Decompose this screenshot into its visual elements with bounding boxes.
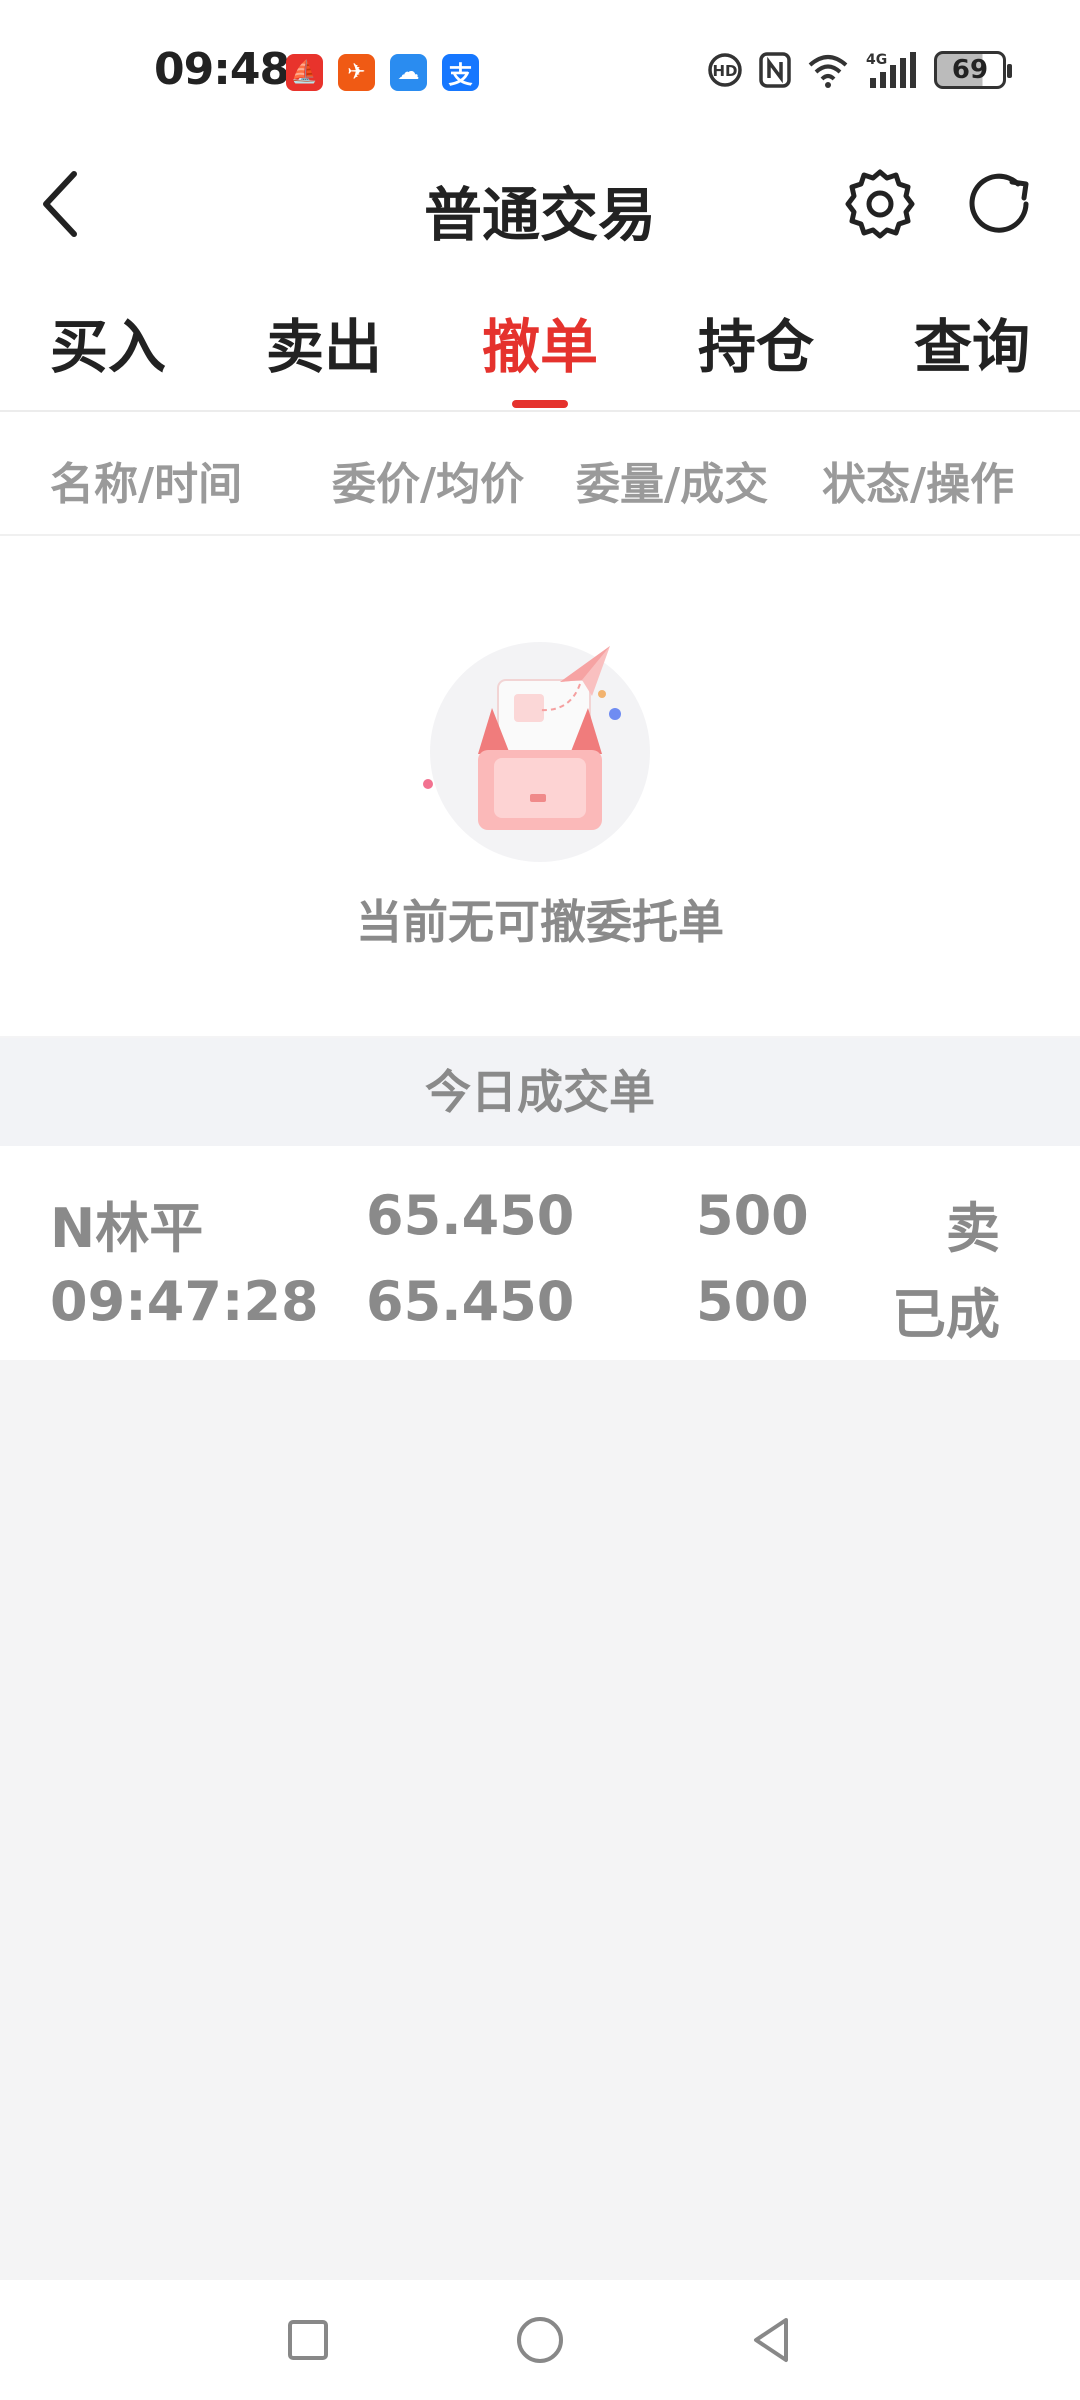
column-name-time: 名称/时间 [50,459,243,510]
column-status-action: 状态/操作 [822,459,1015,510]
trade-tabs: 买入 卖出 撤单 持仓 查询 [0,270,1080,412]
app-header: 普通交易 [0,140,1080,270]
nfc-icon [759,52,791,88]
tab-positions[interactable]: 持仓 [676,300,836,384]
column-price: 委价/均价 [332,459,525,510]
wifi-icon [808,55,848,88]
column-quantity: 委量/成交 [576,459,769,510]
tab-buy[interactable]: 买入 [28,300,188,384]
securities-app-icon: ⛵ [286,54,323,91]
deal-row[interactable]: N林平 09:47:28 65.450 65.450 500 500 卖 已成 [0,1146,1080,1360]
recent-apps-button[interactable] [278,2310,338,2370]
tab-sell[interactable]: 卖出 [244,300,404,384]
deal-order-qty: 500 [696,1184,809,1247]
alipay-app-icon: 支 [442,54,479,91]
square-icon [288,2320,328,2360]
status-indicators: HD 4G 69 [706,50,1012,90]
deal-avg-price: 65.450 [366,1270,575,1333]
gear-icon [845,169,915,239]
deal-order-price: 65.450 [366,1184,575,1247]
tab-query[interactable]: 查询 [892,300,1052,384]
hd-call-icon: HD [708,53,742,87]
status-app-icons: ⛵ ✈ ☁ 支 [286,54,479,91]
deal-status: 已成 [892,1283,1000,1346]
weather-app-icon: ☁ [390,54,427,91]
today-deals-header: 今日成交单 [0,1038,1080,1146]
system-back-button[interactable] [742,2310,802,2370]
empty-message: 当前无可撤委托单 [356,895,724,949]
deal-stock-name: N林平 [50,1197,204,1260]
paper-plane-app-icon: ✈ [338,54,375,91]
settings-button[interactable] [840,164,920,244]
deal-time: 09:47:28 [50,1270,319,1333]
deal-direction: 卖 [946,1197,1000,1260]
battery-indicator: 69 [934,51,1012,89]
refresh-button[interactable] [960,164,1040,244]
status-bar: 09:48 ⛵ ✈ ☁ 支 HD 4G 69 [0,0,1080,140]
order-column-header: 名称/时间 委价/均价 委量/成交 状态/操作 [0,412,1080,536]
status-time: 09:48 [154,44,290,95]
deal-filled-qty: 500 [696,1270,809,1333]
signal-4g-icon: 4G [866,52,916,88]
active-tab-indicator [512,400,568,408]
empty-state: 当前无可撤委托单 [0,536,1080,1036]
triangle-back-icon [754,2318,788,2362]
svg-text:4G: 4G [866,52,887,68]
svg-text:HD: HD [712,62,737,80]
refresh-icon [969,173,1029,233]
circle-icon [517,2317,563,2363]
home-button[interactable] [510,2310,570,2370]
tab-cancel-order[interactable]: 撤单 [460,300,620,384]
empty-box-illustration [423,642,650,862]
system-nav-bar [0,2280,1080,2400]
